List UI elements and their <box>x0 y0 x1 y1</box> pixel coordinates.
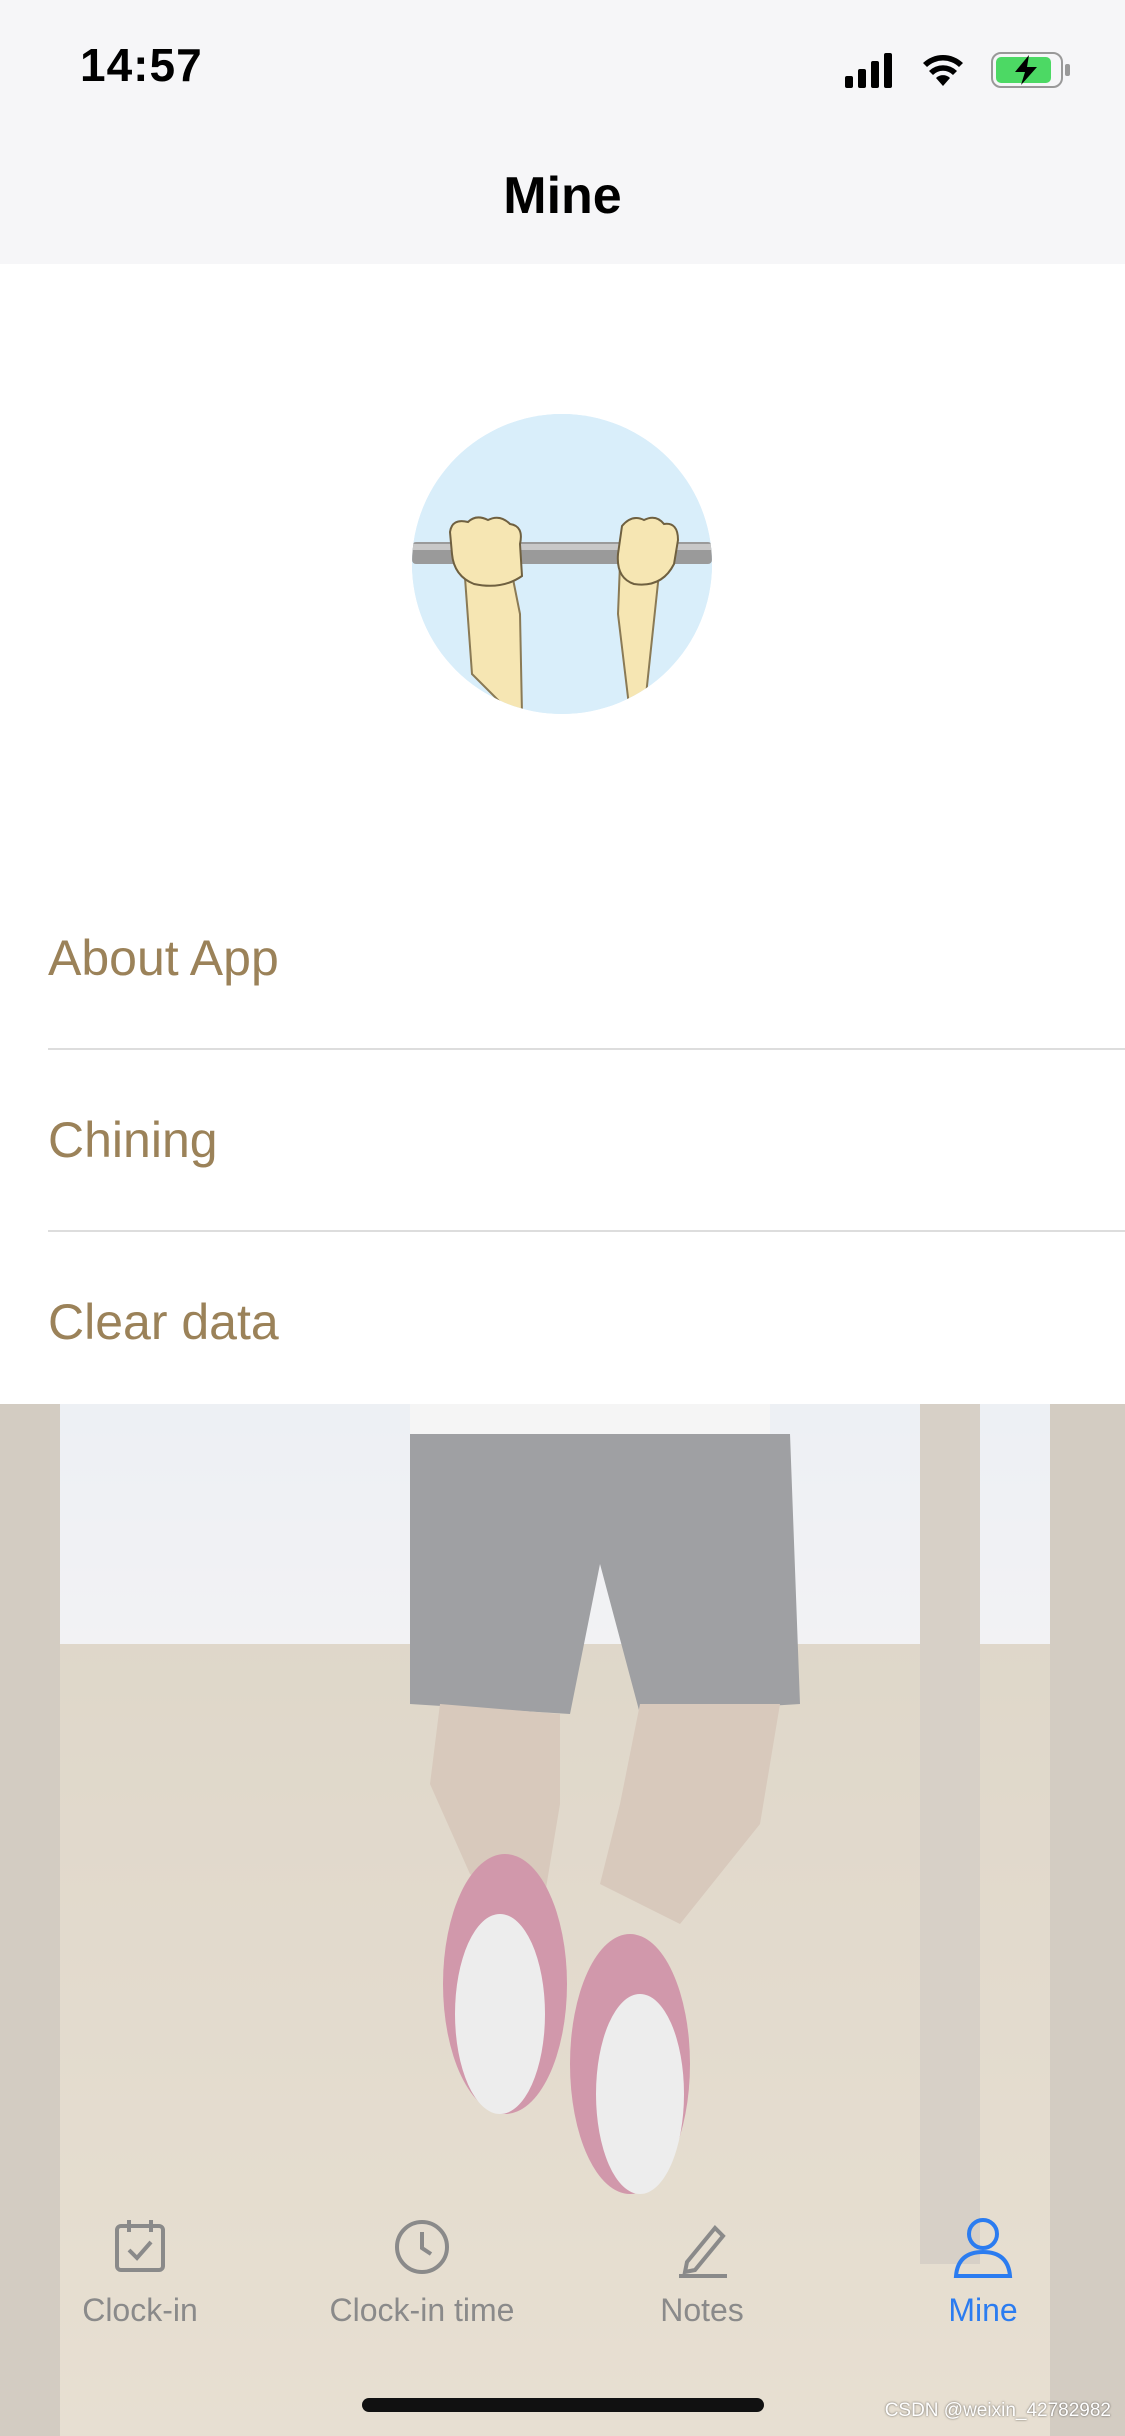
status-icons <box>845 52 1070 88</box>
person-icon <box>953 2218 1013 2278</box>
pull-up-bar-avatar-icon <box>412 414 712 714</box>
menu-item-label: About App <box>48 930 279 986</box>
tab-label: Clock-in time <box>329 2292 515 2328</box>
tab-clock-in[interactable]: Clock-in <box>0 2196 280 2356</box>
battery-charging-icon <box>991 52 1070 88</box>
page-title: Mine <box>503 167 622 225</box>
tab-notes[interactable]: Notes <box>562 2196 842 2356</box>
tab-mine[interactable]: Mine <box>843 2196 1123 2356</box>
menu-item-clear-data[interactable]: Clear data <box>48 1232 1125 1414</box>
clock-icon <box>395 2220 449 2274</box>
pen-icon <box>679 2225 727 2278</box>
tab-label: Mine <box>948 2292 1018 2328</box>
home-indicator[interactable] <box>362 2398 764 2412</box>
tab-label: Clock-in <box>82 2292 198 2328</box>
top-bar: 14:57 Mine <box>0 0 1125 264</box>
avatar[interactable] <box>412 414 712 714</box>
settings-menu: About App Chining Clear data <box>0 868 1125 1414</box>
calendar-check-icon <box>115 2220 165 2272</box>
menu-item-label: Clear data <box>48 1294 279 1350</box>
status-time: 14:57 <box>80 39 203 91</box>
menu-item-label: Chining <box>48 1112 218 1168</box>
tab-clock-in-time[interactable]: Clock-in time <box>282 2196 562 2356</box>
signal-icon <box>845 53 892 88</box>
menu-item-chining[interactable]: Chining <box>48 1050 1125 1232</box>
wifi-icon <box>923 55 963 86</box>
menu-item-about-app[interactable]: About App <box>48 868 1125 1050</box>
watermark: CSDN @weixin_42782982 <box>884 2400 1111 2421</box>
tab-bar: Clock-in Clock-in time Notes Mine <box>0 2196 1125 2356</box>
tab-label: Notes <box>660 2292 744 2328</box>
mine-screen: 14:57 Mine About App Chining Clear data … <box>0 0 1125 2436</box>
